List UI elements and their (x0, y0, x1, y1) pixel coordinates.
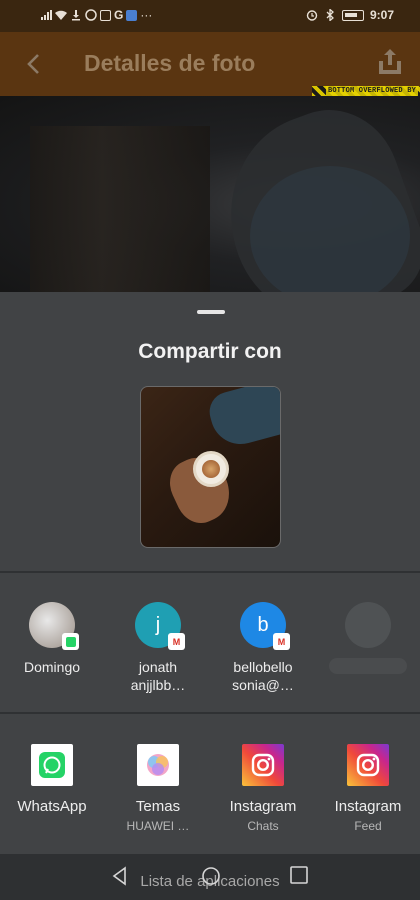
sheet-drag-handle[interactable] (197, 310, 225, 314)
status-icons-left: G ··· (40, 8, 152, 22)
overflow-warning-text: BOTTOM OVERFLOWED BY (325, 86, 418, 96)
back-arrow-icon[interactable] (20, 50, 48, 78)
nav-recents-icon[interactable] (290, 866, 308, 884)
battery-icon (341, 9, 364, 21)
doc-icon (126, 9, 138, 21)
divider (0, 712, 420, 714)
whatsapp-badge-icon (62, 633, 79, 650)
app-temas[interactable]: Temas HUAWEI … (108, 744, 208, 833)
contact-placeholder (318, 602, 418, 674)
page-title: Detalles de foto (84, 50, 256, 76)
gmail-badge-icon: M (168, 633, 185, 650)
app-whatsapp[interactable]: WhatsApp (2, 744, 102, 815)
status-bar: G ··· 9:07 (0, 0, 420, 32)
status-time: 9:07 (369, 8, 394, 22)
shared-image-thumbnail (140, 386, 281, 548)
avatar: b M (240, 602, 290, 650)
share-sheet: Compartir con Domingo j M jonath anjjlbb… (0, 292, 420, 900)
contact-name: Domingo (23, 659, 81, 675)
contact-bellobello[interactable]: b M bellobello sonia@… (213, 602, 313, 694)
contact-detail: sonia@… (232, 677, 294, 693)
download-icon (72, 10, 80, 21)
app-sublabel: Feed (354, 819, 382, 833)
whatsapp-icon (31, 744, 73, 786)
google-icon: G (114, 8, 124, 22)
contact-name-placeholder (329, 658, 407, 674)
app-label: Instagram (334, 798, 402, 815)
bluetooth-icon (326, 9, 334, 21)
more-notifications-icon: ··· (140, 8, 153, 22)
app-instagram-chats[interactable]: Instagram Chats (213, 744, 313, 833)
nav-home-icon[interactable] (201, 866, 221, 886)
avatar-placeholder (345, 602, 391, 648)
notification-icon (100, 9, 111, 21)
signal-icon (41, 10, 52, 20)
app-instagram-feed[interactable]: Instagram Feed (318, 744, 418, 833)
contact-detail: anjjlbb… (130, 677, 186, 693)
app-label: WhatsApp (17, 798, 87, 815)
share-sheet-title: Compartir con (138, 340, 282, 363)
system-nav-bar: Lista de aplicaciones (0, 854, 420, 900)
contact-name: bellobello (233, 659, 293, 675)
app-label: Instagram (229, 798, 297, 815)
contact-name: jonath (138, 659, 178, 675)
contact-jonath[interactable]: j M jonath anjjlbb… (108, 602, 208, 694)
avatar: j M (135, 602, 185, 650)
photo-preview-background (0, 96, 420, 292)
avatar (29, 602, 79, 650)
app-label: Temas (135, 798, 181, 815)
contact-domingo[interactable]: Domingo (2, 602, 102, 676)
wifi-icon (55, 10, 67, 20)
app-sublabel: Chats (247, 819, 279, 833)
alarm-icon (306, 10, 318, 21)
avatar-letter: j (155, 613, 161, 636)
app-sublabel: HUAWEI … (126, 819, 190, 833)
share-icon[interactable] (376, 46, 404, 78)
themes-icon (137, 744, 179, 786)
whatsapp-status-icon (85, 9, 97, 21)
nav-back-icon[interactable] (110, 866, 130, 886)
status-icons-right: 9:07 (306, 8, 394, 22)
instagram-icon (242, 744, 284, 786)
divider (0, 571, 420, 573)
avatar-letter: b (257, 613, 269, 636)
instagram-icon (347, 744, 389, 786)
gmail-badge-icon: M (273, 633, 290, 650)
